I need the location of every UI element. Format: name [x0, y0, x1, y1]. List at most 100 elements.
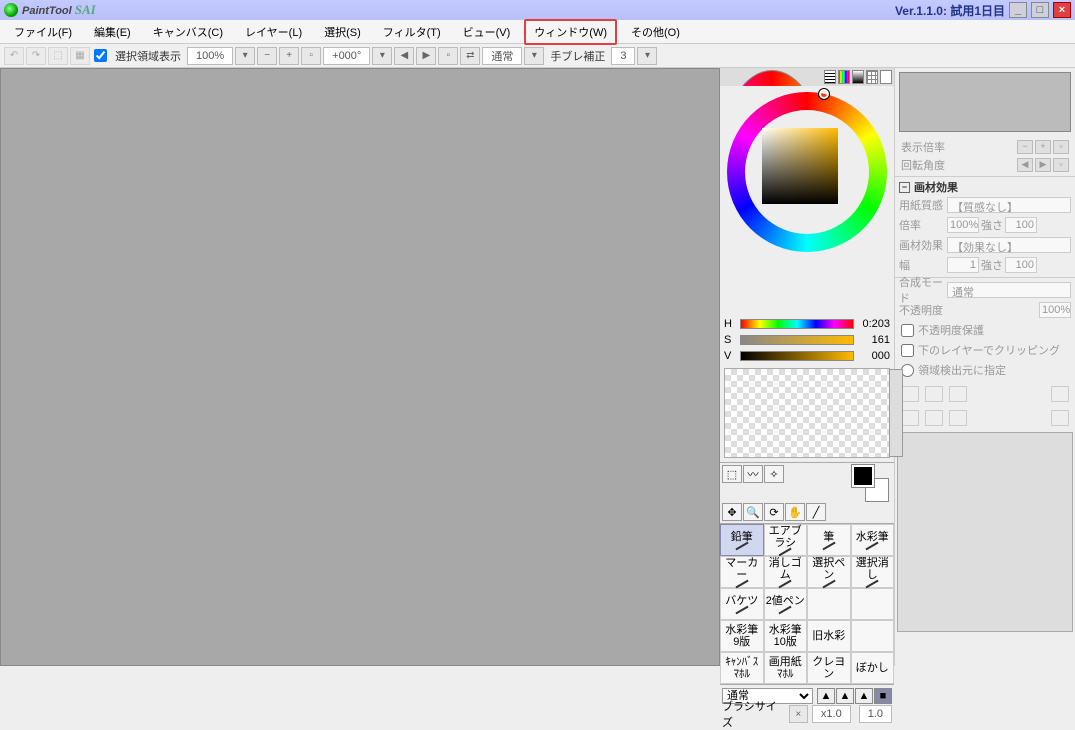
hue-slider[interactable]: [740, 319, 854, 329]
canvas-area[interactable]: [0, 68, 720, 666]
opacity-value[interactable]: 100%: [1039, 302, 1071, 318]
brush-mult-field[interactable]: x1.0: [812, 705, 851, 723]
move-tool[interactable]: ✥: [722, 503, 742, 521]
hand-tool[interactable]: ✋: [785, 503, 805, 521]
flatten-button[interactable]: [949, 410, 967, 426]
brush-bucket[interactable]: バケツ: [720, 588, 764, 620]
shape-hard[interactable]: ▲: [855, 688, 873, 704]
menu-file[interactable]: ファイル(F): [6, 21, 80, 43]
stabilizer-field[interactable]: 3: [611, 47, 635, 65]
width-str-value[interactable]: 100: [1005, 257, 1037, 273]
zoom-dropdown-button[interactable]: ▾: [235, 47, 255, 65]
rotate-right-button[interactable]: ▶: [416, 47, 436, 65]
lasso-tool[interactable]: 〰: [743, 465, 763, 483]
color-square[interactable]: [762, 128, 838, 204]
menu-layer[interactable]: レイヤー(L): [237, 21, 310, 43]
brush-size-field[interactable]: 1.0: [859, 705, 892, 723]
blend-mode-select[interactable]: 通常: [947, 282, 1071, 298]
brush-blur[interactable]: ぼかし: [851, 652, 895, 684]
eyedropper-tool[interactable]: ╱: [806, 503, 826, 521]
invert-sel-button[interactable]: ▦: [70, 47, 90, 65]
paper-select[interactable]: 【質感なし】: [947, 197, 1071, 213]
brush-wc10[interactable]: 水彩筆 10版: [764, 620, 808, 652]
rotate-reset-button[interactable]: ▫: [438, 47, 458, 65]
shape-soft[interactable]: ▲: [817, 688, 835, 704]
wheel-cursor-icon[interactable]: [819, 89, 829, 99]
nav-zoom-in[interactable]: +: [1035, 140, 1051, 154]
width-value[interactable]: 1: [947, 257, 979, 273]
brush-empty2[interactable]: [851, 588, 895, 620]
new-folder-button[interactable]: [949, 386, 967, 402]
brush-empty1[interactable]: [807, 588, 851, 620]
brush-pencil[interactable]: 鉛筆: [720, 524, 764, 556]
brush-canvas[interactable]: ｷｬﾝﾊﾞｽ ﾏﾎﾙ: [720, 652, 764, 684]
brush-marker[interactable]: マーカー: [720, 556, 764, 588]
rgb-slider-tab[interactable]: [824, 70, 836, 84]
shape-flat[interactable]: ■: [874, 688, 892, 704]
brush-brush[interactable]: 筆: [807, 524, 851, 556]
zoom-in-button[interactable]: +: [279, 47, 299, 65]
layer-list[interactable]: [897, 432, 1073, 632]
sat-slider[interactable]: [740, 335, 854, 345]
merge-button[interactable]: [901, 410, 919, 426]
brush-binary[interactable]: 2値ペン: [764, 588, 808, 620]
menu-canvas[interactable]: キャンバス(C): [145, 21, 231, 43]
scale-str-value[interactable]: 100: [1005, 217, 1037, 233]
new-layer-button[interactable]: [901, 386, 919, 402]
menu-view[interactable]: ビュー(V): [455, 21, 519, 43]
val-slider[interactable]: [740, 351, 854, 361]
lock-opacity-checkbox[interactable]: [901, 324, 914, 337]
gray-tab[interactable]: [852, 70, 864, 84]
zoom-field[interactable]: 100%: [187, 47, 233, 65]
navigator[interactable]: [899, 72, 1071, 132]
show-selection-checkbox[interactable]: [94, 49, 107, 62]
scratchpad-tab[interactable]: [880, 70, 892, 84]
brush-empty3[interactable]: [851, 620, 895, 652]
delete-layer-button[interactable]: [1051, 386, 1069, 402]
close-button[interactable]: ×: [1053, 2, 1071, 18]
flip-button[interactable]: ⇄: [460, 47, 480, 65]
menu-filter[interactable]: フィルタ(T): [375, 21, 449, 43]
nav-rot-left[interactable]: ◀: [1017, 158, 1033, 172]
brush-wc9[interactable]: 水彩筆 9版: [720, 620, 764, 652]
effect-select[interactable]: 【効果なし】: [947, 237, 1071, 253]
menu-window[interactable]: ウィンドウ(W): [524, 19, 617, 45]
scale-value[interactable]: 100%: [947, 217, 979, 233]
zoom-reset-button[interactable]: ▫: [301, 47, 321, 65]
rotate-tool[interactable]: ⟳: [764, 503, 784, 521]
hsv-slider-tab[interactable]: [838, 70, 850, 84]
rect-select-tool[interactable]: ⬚: [722, 465, 742, 483]
brush-selpen[interactable]: 選択ペン: [807, 556, 851, 588]
zoom-tool[interactable]: 🔍: [743, 503, 763, 521]
brush-shape-icon[interactable]: ×: [789, 705, 808, 723]
shape-med[interactable]: ▲: [836, 688, 854, 704]
minimize-button[interactable]: _: [1009, 2, 1027, 18]
nav-zoom-out[interactable]: −: [1017, 140, 1033, 154]
clip-checkbox[interactable]: [901, 344, 914, 357]
blend-dropdown-button[interactable]: ▾: [524, 47, 544, 65]
nav-rot-reset[interactable]: ▫: [1053, 158, 1069, 172]
stabilizer-dropdown-button[interactable]: ▾: [637, 47, 657, 65]
transfer-button[interactable]: [925, 410, 943, 426]
angle-dropdown-button[interactable]: ▾: [372, 47, 392, 65]
brush-paper[interactable]: 画用紙 ﾏﾎﾙ: [764, 652, 808, 684]
redo-button[interactable]: ↷: [26, 47, 46, 65]
brush-watercolor[interactable]: 水彩筆: [851, 524, 895, 556]
brush-selerase[interactable]: 選択消し: [851, 556, 895, 588]
maximize-button[interactable]: □: [1031, 2, 1049, 18]
deselect-button[interactable]: ⬚: [48, 47, 68, 65]
menu-select[interactable]: 選択(S): [316, 21, 369, 43]
new-linework-button[interactable]: [925, 386, 943, 402]
brush-airbrush[interactable]: エアブラシ: [764, 524, 808, 556]
zoom-out-button[interactable]: −: [257, 47, 277, 65]
nav-rot-right[interactable]: ▶: [1035, 158, 1051, 172]
menu-edit[interactable]: 編集(E): [86, 21, 139, 43]
brush-oldwc[interactable]: 旧水彩: [807, 620, 851, 652]
swatch-grid-tab[interactable]: [866, 70, 878, 84]
magic-wand-tool[interactable]: ✧: [764, 465, 784, 483]
swatch-area[interactable]: [724, 368, 890, 458]
blend-field[interactable]: 通常: [482, 47, 522, 65]
undo-button[interactable]: ↶: [4, 47, 24, 65]
menu-other[interactable]: その他(O): [623, 21, 688, 43]
color-fg-bg[interactable]: [852, 465, 888, 501]
